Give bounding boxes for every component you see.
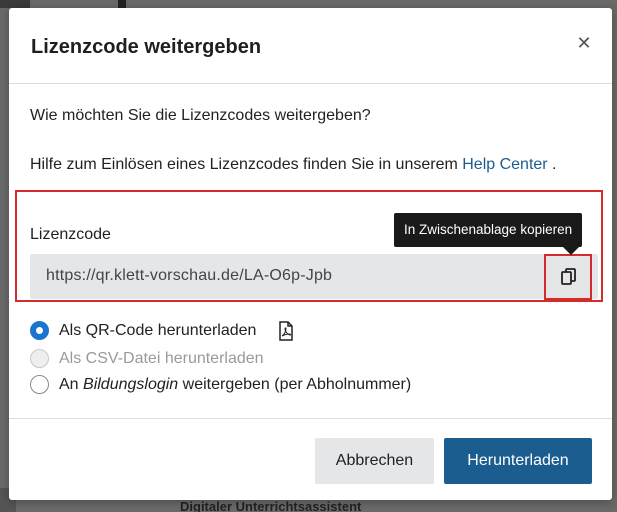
close-icon[interactable]: ✕ xyxy=(574,32,594,54)
help-text: Hilfe zum Einlösen eines Lizenzcodes fin… xyxy=(30,152,590,178)
background-text: Digitaler Unterrichtsassistent xyxy=(180,500,362,512)
radio-csv xyxy=(30,349,49,368)
background-fragment xyxy=(0,0,30,8)
radio-bildungslogin[interactable] xyxy=(30,375,49,394)
option-label: An Bildungslogin weitergeben (per Abholn… xyxy=(59,374,411,396)
help-center-link[interactable]: Help Center xyxy=(462,156,547,173)
cancel-button[interactable]: Abbrechen xyxy=(315,438,434,484)
background-fragment xyxy=(118,0,126,8)
download-button[interactable]: Herunterladen xyxy=(444,438,592,484)
option-label-suffix: weitergeben (per Abholnummer) xyxy=(178,376,412,393)
option-label: Als QR-Code herunterladen xyxy=(59,322,257,339)
pdf-icon xyxy=(279,321,293,341)
dialog-title: Lizenzcode weitergeben xyxy=(31,36,262,58)
help-suffix: . xyxy=(547,156,557,173)
option-label-emphasis: Bildungslogin xyxy=(83,376,179,393)
help-prefix: Hilfe zum Einlösen eines Lizenzcodes fin… xyxy=(30,156,463,173)
option-label-prefix: An xyxy=(59,376,84,393)
highlight-annotation xyxy=(15,190,603,302)
dialog-header: Lizenzcode weitergeben ✕ xyxy=(9,8,612,84)
radio-qr-code[interactable] xyxy=(30,321,49,340)
question-text: Wie möchten Sie die Lizenzcodes weiterge… xyxy=(30,107,371,124)
option-label: Als CSV-Datei herunterladen xyxy=(59,350,264,367)
